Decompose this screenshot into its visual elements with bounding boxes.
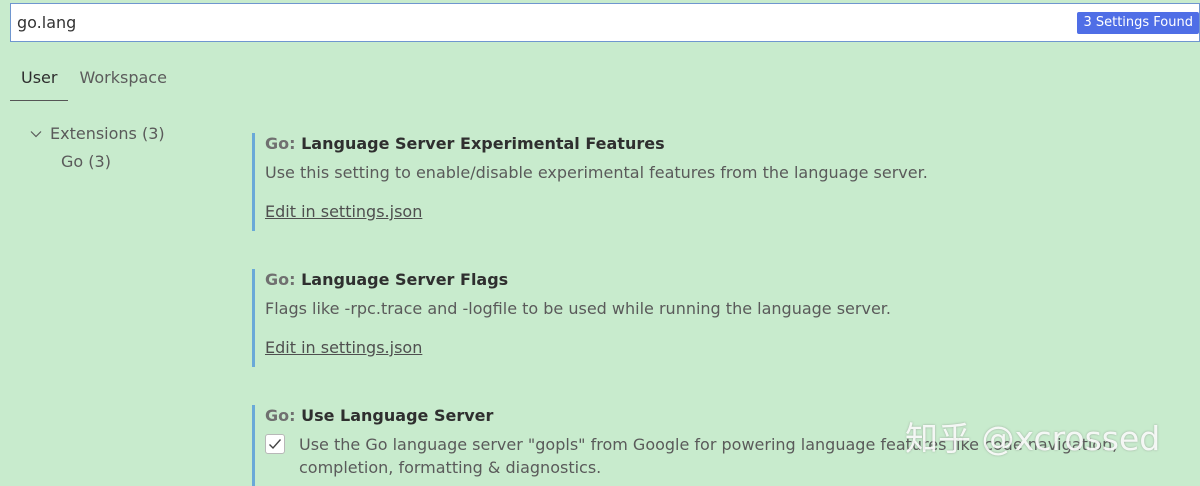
use-language-server-checkbox[interactable] [265,434,285,454]
tab-user[interactable]: User [10,60,69,101]
setting-category: Go: [265,134,296,153]
setting-description: Use this setting to enable/disable exper… [265,163,928,182]
tree-item-extensions[interactable]: Extensions (3) [28,120,165,148]
check-icon [269,439,282,450]
setting-title: Go: Language Server Experimental Feature… [265,133,1192,155]
setting-title: Go: Use Language Server [265,405,1192,427]
tab-workspace[interactable]: Workspace [68,60,177,100]
results-count-badge: 3 Settings Found [1077,12,1199,34]
setting-title-text: Language Server Experimental Features [301,134,665,153]
edit-in-settings-json-link[interactable]: Edit in settings.json [265,338,422,357]
chevron-down-icon [30,131,42,138]
settings-scope-tabs: User Workspace [10,60,178,101]
setting-title: Go: Language Server Flags [265,269,1192,291]
tree-item-extensions-label: Extensions (3) [50,124,165,143]
setting-description: Use the Go language server "gopls" from … [299,435,1118,477]
setting-category: Go: [265,406,296,425]
tree-item-go-label: Go (3) [61,152,111,171]
settings-search-input[interactable] [17,4,1077,41]
tree-item-go[interactable]: Go (3) [28,148,165,176]
setting-category: Go: [265,270,296,289]
setting-use-language-server: Go: Use Language Server Use the Go langu… [252,405,1192,486]
setting-checkbox-row: Use the Go language server "gopls" from … [265,433,1192,479]
setting-description: Flags like -rpc.trace and -logfile to be… [265,299,891,318]
settings-editor: 3 Settings Found User Workspace Extensio… [0,0,1200,486]
settings-toc-tree: Extensions (3) Go (3) [28,120,165,176]
setting-language-server-flags: Go: Language Server Flags Flags like -rp… [252,269,1192,367]
settings-search-box[interactable]: 3 Settings Found [10,3,1200,42]
edit-in-settings-json-link[interactable]: Edit in settings.json [265,202,422,221]
setting-title-text: Language Server Flags [301,270,509,289]
setting-title-text: Use Language Server [301,406,494,425]
setting-language-server-experimental-features: Go: Language Server Experimental Feature… [252,133,1192,231]
